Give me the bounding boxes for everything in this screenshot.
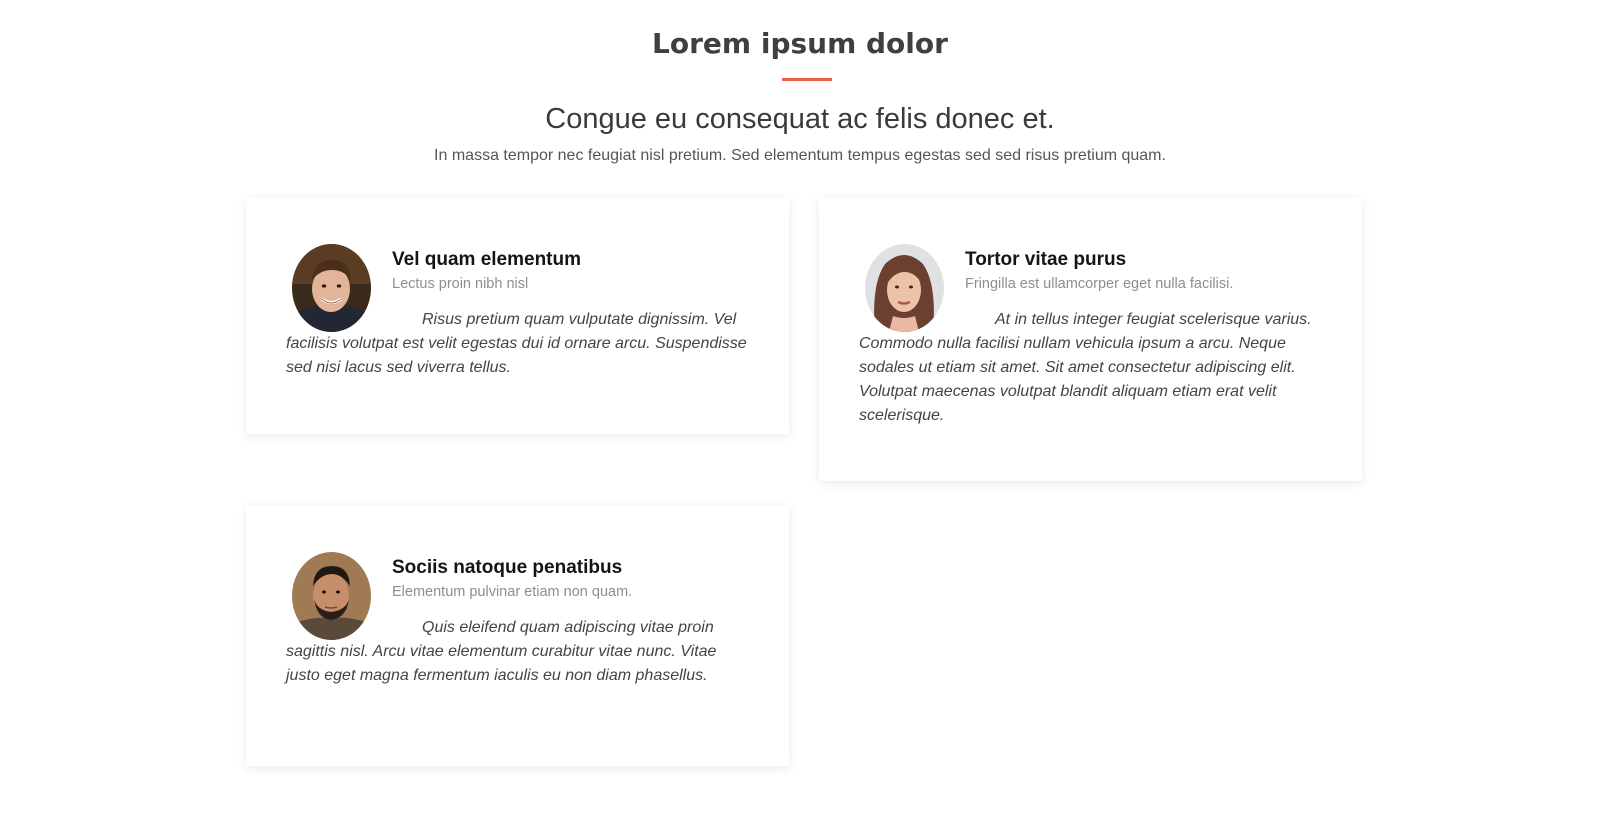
- avatar: [292, 552, 371, 640]
- testimonial-card: Vel quam elementum Lectus proin nibh nis…: [246, 198, 789, 434]
- testimonial-card: Tortor vitae purus Fringilla est ullamco…: [819, 198, 1362, 481]
- section-title: Lorem ipsum dolor: [652, 27, 948, 60]
- testimonial-card: Sociis natoque penatibus Elementum pulvi…: [246, 506, 789, 766]
- section-description: In massa tempor nec feugiat nisl pretium…: [434, 147, 1166, 164]
- section-subtitle: Congue eu consequat ac felis donec et.: [545, 103, 1055, 135]
- woman-portrait-icon: [865, 244, 944, 332]
- man-portrait-icon: [292, 244, 371, 332]
- avatar: [865, 244, 944, 332]
- avatar: [292, 244, 371, 332]
- card-quote: At in tellus integer feugiat scelerisque…: [859, 311, 1312, 424]
- bearded-man-portrait-icon: [292, 552, 371, 640]
- title-underline: [782, 78, 832, 81]
